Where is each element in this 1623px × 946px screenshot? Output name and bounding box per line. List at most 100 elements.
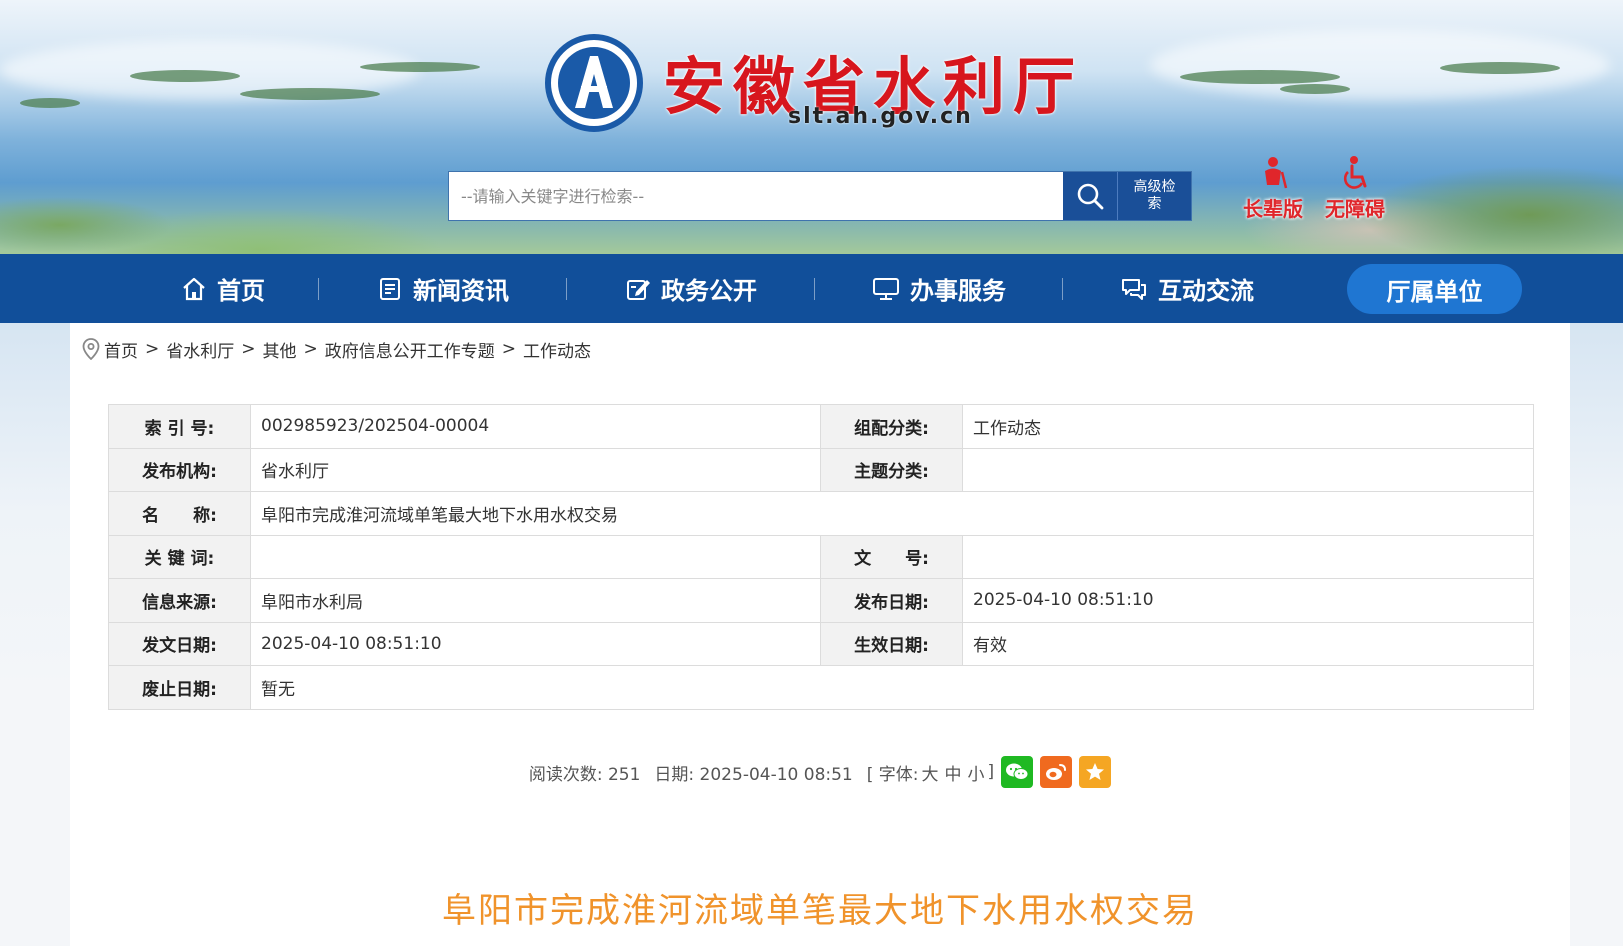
font-size-prefix: [ 字体: [866, 764, 919, 785]
table-row: 废止日期: 暂无 [108, 665, 1534, 710]
table-row: 信息来源: 阜阳市水利局 发布日期: 2025-04-10 08:51:10 [108, 578, 1534, 623]
nav-divider [566, 278, 567, 300]
issue-date-label: 发文日期: [108, 621, 251, 666]
doc-no-label: 文 号: [820, 534, 963, 579]
nav-divider [814, 278, 815, 300]
elder-mode-link[interactable]: 长辈版 [1236, 155, 1310, 222]
nav-divider [1062, 278, 1063, 300]
accessibility-label: 无障碍 [1325, 197, 1385, 221]
font-size-suffix: ] [987, 762, 995, 782]
page-side-left [0, 323, 70, 946]
expiry-label: 废止日期: [108, 665, 251, 710]
source-value: 阜阳市水利局 [250, 578, 821, 623]
banner-island [130, 70, 240, 82]
breadcrumb-separator: > [241, 339, 256, 359]
banner-island [360, 62, 480, 72]
search-button[interactable] [1063, 172, 1117, 220]
article-date: 日期: 2025-04-10 08:51 [654, 764, 853, 785]
favorite-icon [1086, 763, 1105, 780]
article-title: 阜阳市完成淮河流域单笔最大地下水用水权交易 [442, 891, 1198, 931]
source-label: 信息来源: [108, 578, 251, 623]
font-size-small[interactable]: 小 [968, 760, 985, 785]
effective-label: 生效日期: [820, 621, 963, 666]
news-icon [380, 277, 400, 300]
search-input[interactable] [449, 172, 1063, 220]
breadcrumb-separator: > [145, 339, 160, 359]
logo-emblem-icon [545, 34, 643, 132]
font-size-large[interactable]: 大 [922, 760, 939, 785]
index-no-label: 索 引 号: [108, 404, 251, 449]
accessibility-link[interactable]: 无障碍 [1318, 155, 1392, 222]
category-label: 组配分类: [820, 404, 963, 449]
breadcrumb-current[interactable]: 工作动态 [523, 337, 591, 362]
elder-mode-label: 长辈版 [1243, 197, 1303, 221]
nav-label: 政务公开 [661, 277, 757, 305]
favorite-button[interactable] [1079, 756, 1112, 788]
table-row: 关 键 词: 文 号: [108, 534, 1534, 579]
name-value: 阜阳市完成淮河流域单笔最大地下水用水权交易 [250, 491, 1534, 536]
search-bar: 高级检索 [448, 171, 1192, 221]
nav-label: 首页 [217, 277, 265, 305]
font-size-medium[interactable]: 中 [945, 760, 962, 785]
table-row: 发文日期: 2025-04-10 08:51:10 生效日期: 有效 [108, 621, 1534, 666]
effective-value: 有效 [962, 621, 1534, 666]
weibo-icon [1046, 764, 1067, 780]
header-banner: 安徽省水利厅 slt.ah.gov.cn 高级检索 长辈版 无障碍 [0, 0, 1623, 254]
breadcrumb-home[interactable]: 首页 [104, 337, 138, 362]
content-panel: 首页 > 省水利厅 > 其他 > 政府信息公开工作专题 > 工作动态 索 引 号… [70, 323, 1570, 946]
share-wechat-button[interactable] [1001, 756, 1034, 788]
breadcrumb-department[interactable]: 省水利厅 [166, 337, 234, 362]
wechat-icon [1006, 763, 1029, 780]
index-no-value: 002985923/202504-00004 [250, 404, 821, 449]
breadcrumb: 首页 > 省水利厅 > 其他 > 政府信息公开工作专题 > 工作动态 [82, 337, 591, 362]
chat-icon [1122, 278, 1146, 300]
article-meta: 阅读次数: 251 日期: 2025-04-10 08:51 [ 字体: 大 中… [70, 756, 1570, 788]
nav-label: 办事服务 [910, 277, 1006, 305]
expiry-value: 暂无 [250, 665, 1534, 710]
keywords-label: 关 键 词: [108, 534, 251, 579]
publish-date-label: 发布日期: [820, 578, 963, 623]
nav-item-affiliated-units[interactable]: 厅属单位 [1347, 264, 1522, 314]
publish-date-value: 2025-04-10 08:51:10 [962, 578, 1534, 623]
document-info-table: 索 引 号: 002985923/202504-00004 组配分类: 工作动态… [108, 404, 1534, 710]
elder-icon [1265, 157, 1288, 189]
keywords-value [250, 534, 821, 579]
nav-item-home[interactable]: 首页 [128, 254, 318, 323]
publisher-label: 发布机构: [108, 447, 251, 492]
nav-item-interaction[interactable]: 互动交流 [1064, 254, 1310, 323]
share-weibo-button[interactable] [1040, 756, 1073, 788]
edit-icon [627, 279, 650, 300]
table-row: 名 称: 阜阳市完成淮河流域单笔最大地下水用水权交易 [108, 491, 1534, 536]
banner-island [1280, 84, 1350, 94]
nav-item-gov-affairs[interactable]: 政务公开 [568, 254, 814, 323]
view-count: 阅读次数: 251 [528, 764, 641, 785]
nav-item-services[interactable]: 办事服务 [816, 254, 1062, 323]
nav-label: 新闻资讯 [413, 277, 509, 305]
banner-island [240, 88, 380, 100]
site-domain: slt.ah.gov.cn [788, 104, 973, 129]
location-pin-icon [82, 338, 100, 360]
publisher-value: 省水利厅 [250, 447, 821, 492]
name-label: 名 称: [108, 491, 251, 536]
breadcrumb-separator: > [501, 339, 516, 359]
site-logo[interactable]: 安徽省水利厅 slt.ah.gov.cn [545, 34, 1105, 134]
nav-divider [318, 278, 319, 300]
home-icon [183, 277, 205, 300]
banner-island [20, 98, 80, 108]
breadcrumb-topic[interactable]: 政府信息公开工作专题 [325, 337, 495, 362]
nav-label: 互动交流 [1158, 277, 1254, 305]
breadcrumb-other[interactable]: 其他 [263, 337, 297, 362]
category-value: 工作动态 [962, 404, 1534, 449]
nav-item-news[interactable]: 新闻资讯 [320, 254, 566, 323]
wheelchair-icon [1343, 156, 1367, 189]
banner-island [1180, 70, 1340, 84]
advanced-search-button[interactable]: 高级检索 [1117, 172, 1191, 220]
table-row: 发布机构: 省水利厅 主题分类: [108, 447, 1534, 492]
topic-label: 主题分类: [820, 447, 963, 492]
topic-value [962, 447, 1534, 492]
page-side-right [1570, 323, 1623, 946]
main-nav: 首页 新闻资讯 政务公开 办事服务 互动交流 厅属单位 [0, 254, 1623, 323]
banner-island [1440, 62, 1560, 74]
monitor-icon [873, 277, 899, 300]
breadcrumb-separator: > [303, 339, 318, 359]
